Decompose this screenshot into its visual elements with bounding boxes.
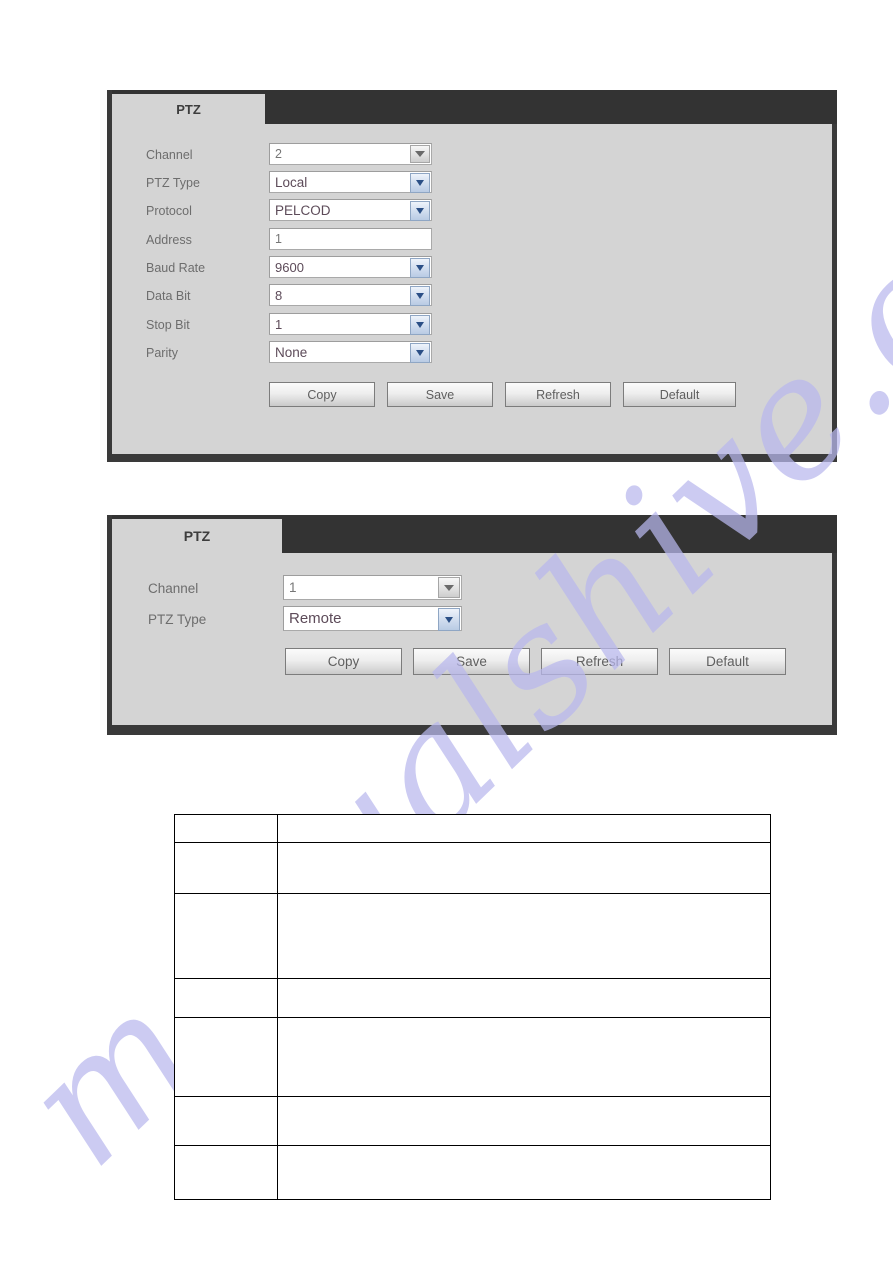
label-channel: Channel [146,148,193,162]
select-remote-ptz-type-value: Remote [289,610,342,627]
label-ptz-type: PTZ Type [146,176,200,190]
address-input-value: 1 [275,232,282,246]
label-stop-bit: Stop Bit [146,318,190,332]
default-button[interactable]: Default [623,382,736,407]
label-baud-rate: Baud Rate [146,261,206,275]
blue-chevron-down-icon[interactable] [410,201,430,221]
remote-copy-button-label: Copy [327,654,360,669]
copy-button-label: Copy [307,387,337,402]
select-parity[interactable]: None [269,341,432,363]
table-cell [174,1096,278,1146]
remote-default-button-label: Default [706,654,749,669]
table-cell [277,1096,771,1146]
label-protocol: Protocol [146,204,192,218]
table-cell [277,893,771,979]
select-ptz-type-value: Local [275,174,308,190]
refresh-button-label: Refresh [536,387,580,402]
copy-button[interactable]: Copy [269,382,375,407]
select-data-bit[interactable]: 8 [269,284,432,306]
select-remote-ptz-type[interactable]: Remote [283,606,462,631]
select-baud-rate[interactable]: 9600 [269,256,432,278]
ptz-remote-panel-body [112,553,832,725]
table-row [174,814,771,843]
ptz-remote-tabbar: PTZ [112,515,837,553]
select-remote-channel-value: 1 [289,580,297,595]
gray-triangle-icon[interactable] [438,577,460,598]
select-channel-value: 2 [275,147,282,161]
table-cell [174,842,278,894]
address-input[interactable]: 1 [269,228,432,250]
select-parity-value: None [275,344,308,360]
table-cell [277,814,771,843]
remote-refresh-button-label: Refresh [575,654,624,669]
tab-ptz-remote[interactable]: PTZ [112,519,282,553]
table-row [174,1017,771,1097]
blue-chevron-down-icon[interactable] [410,343,430,363]
blue-chevron-down-icon[interactable] [438,608,460,631]
table-cell [174,1017,278,1097]
table-cell [277,1145,771,1200]
remote-refresh-button[interactable]: Refresh [541,648,658,675]
select-stop-bit[interactable]: 1 [269,313,432,335]
table-cell [174,1145,278,1200]
default-button-label: Default [659,387,700,402]
label-remote-ptz-type: PTZ Type [148,612,207,627]
tab-ptz-remote-label: PTZ [183,528,211,544]
select-data-bit-value: 8 [275,287,283,303]
table-cell [277,1017,771,1097]
blue-chevron-down-icon[interactable] [410,173,430,193]
ptz-local-panel: PTZ Channel 2 PTZ Type Local Protocol PE… [107,90,837,462]
remote-default-button[interactable]: Default [669,648,786,675]
remote-copy-button[interactable]: Copy [285,648,402,675]
remote-save-button[interactable]: Save [413,648,530,675]
remote-save-button-label: Save [456,654,487,669]
table-row [174,978,771,1018]
spec-table [174,814,771,1200]
table-cell [174,893,278,979]
tab-ptz-local-label: PTZ [176,101,201,117]
table-row [174,1096,771,1146]
table-row [174,893,771,979]
select-protocol-value: PELCOD [275,202,331,218]
blue-chevron-down-icon[interactable] [410,286,430,306]
tab-ptz-local[interactable]: PTZ [112,94,265,124]
table-cell [277,842,771,894]
select-protocol[interactable]: PELCOD [269,199,432,221]
save-button[interactable]: Save [387,382,493,407]
label-remote-channel: Channel [148,581,199,596]
save-button-label: Save [425,387,455,402]
table-cell [277,978,771,1018]
select-baud-rate-value: 9600 [275,259,304,275]
select-ptz-type[interactable]: Local [269,171,432,193]
table-cell [174,978,278,1018]
select-stop-bit-value: 1 [275,316,283,332]
label-address: Address [146,233,192,247]
select-channel[interactable]: 2 [269,143,432,165]
table-cell [174,814,278,843]
ptz-remote-panel: PTZ Channel 1 PTZ Type Remote Copy Save … [107,515,837,735]
gray-triangle-icon[interactable] [410,145,430,163]
blue-chevron-down-icon[interactable] [410,315,430,335]
label-data-bit: Data Bit [146,289,191,303]
ptz-local-tabbar: PTZ [112,90,837,124]
table-row [174,1145,771,1200]
label-parity: Parity [146,346,178,360]
refresh-button[interactable]: Refresh [505,382,611,407]
table-row [174,842,771,894]
select-remote-channel[interactable]: 1 [283,575,462,600]
blue-chevron-down-icon[interactable] [410,258,430,278]
